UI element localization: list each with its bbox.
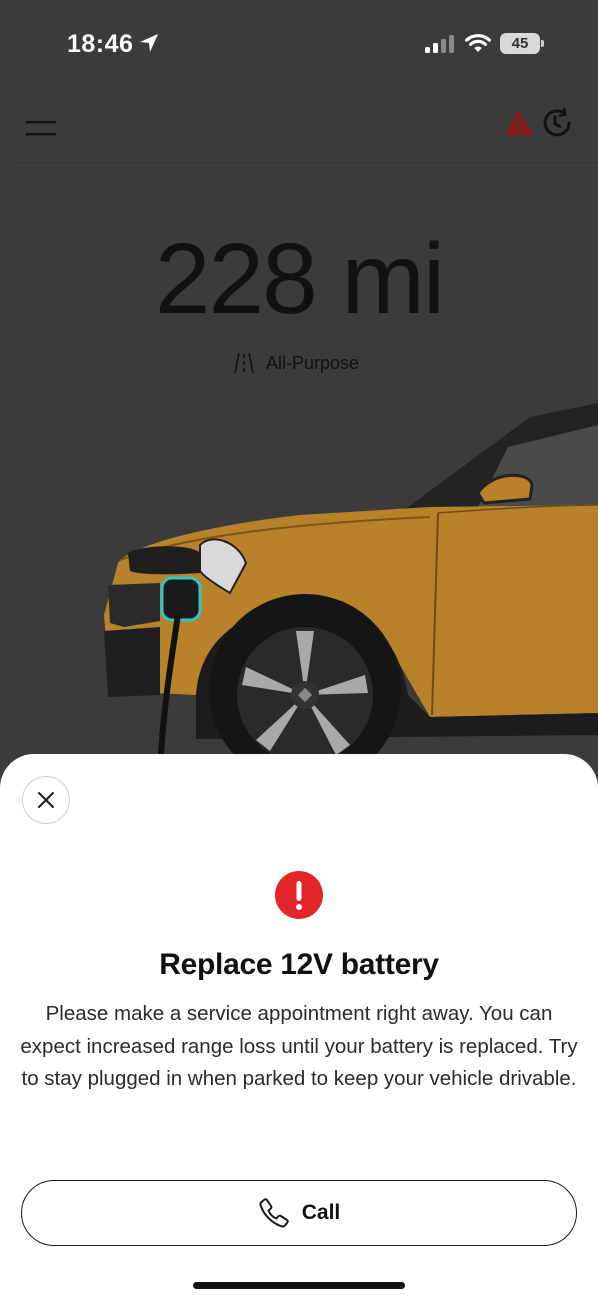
warning-triangle-icon[interactable]: [505, 110, 533, 136]
status-time: 18:46: [67, 30, 134, 58]
drive-mode[interactable]: All-Purpose: [234, 350, 359, 376]
call-button-label: Call: [301, 1201, 341, 1224]
wifi-icon: [465, 34, 491, 52]
header-divider: [14, 162, 598, 163]
menu-icon[interactable]: [26, 118, 56, 138]
battery-level: 45: [511, 35, 529, 52]
error-exclamation-icon: [275, 871, 323, 919]
location-arrow-icon: [140, 34, 158, 52]
battery-icon: 45: [500, 33, 544, 54]
close-icon: [38, 792, 54, 808]
close-button[interactable]: [22, 776, 70, 824]
vehicle-illustration: [104, 403, 598, 775]
road-icon: [234, 352, 254, 374]
home-indicator[interactable]: [193, 1282, 405, 1289]
call-button[interactable]: Call: [21, 1180, 577, 1246]
alert-title: Replace 12V battery: [159, 948, 439, 981]
alert-sheet: Replace 12V battery Please make a servic…: [0, 754, 598, 1300]
status-bar: 18:46 45: [0, 0, 598, 90]
drive-mode-label: All-Purpose: [266, 352, 360, 373]
cellular-signal-icon: [425, 35, 454, 53]
battery-tip: [541, 40, 544, 47]
history-clock-icon[interactable]: [541, 107, 573, 139]
range-value: 228 mi: [154, 223, 445, 335]
alert-body: Please make a service appointment right …: [20, 1002, 578, 1090]
phone-icon: [259, 1198, 289, 1228]
